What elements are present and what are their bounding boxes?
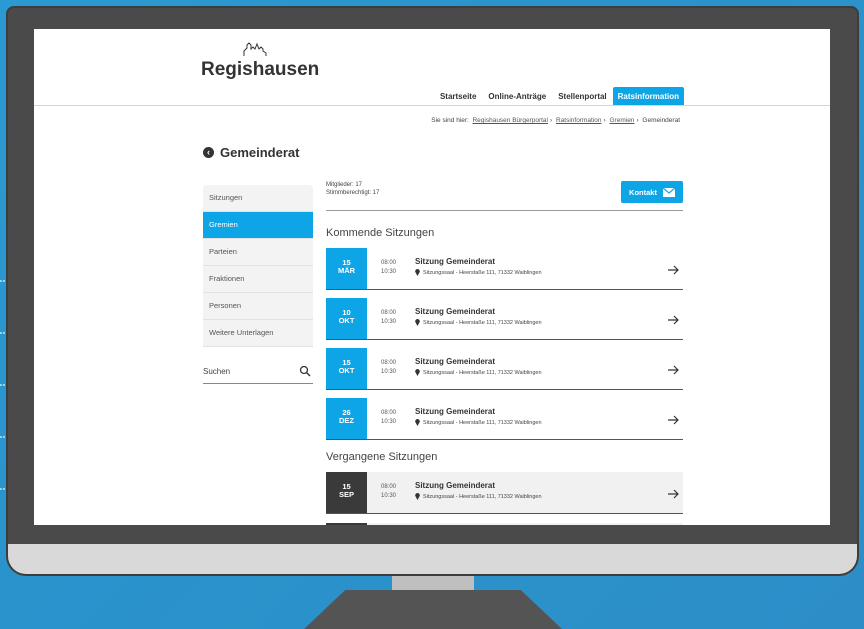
arrow-right-icon[interactable] <box>667 264 679 276</box>
event-title: Sitzung Gemeinderat <box>415 407 496 416</box>
nav-ratsinformation[interactable]: Ratsinformation <box>612 87 684 106</box>
envelope-icon <box>662 187 675 197</box>
main-navigation: Startseite Online-Anträge Stellenportal … <box>428 87 684 106</box>
event-location: Sitzungssaal - Heerstaße 111, 71332 Waib… <box>415 319 542 326</box>
event-month: OKT <box>338 316 355 325</box>
sidebar-item-parteien[interactable]: Parteien <box>203 239 313 266</box>
event-location: Sitzungssaal - Heerstaße 111, 71332 Waib… <box>415 493 542 500</box>
event-times: 08:00 10:30 <box>381 409 396 427</box>
event-month: SEP <box>338 490 354 499</box>
event-row-partial[interactable] <box>326 523 683 525</box>
sidebar-item-weitere-unterlagen[interactable]: Weitere Unterlagen <box>203 320 313 347</box>
map-pin-icon <box>415 419 420 426</box>
event-title: Sitzung Gemeinderat <box>415 481 496 490</box>
logo-text: Regishausen <box>201 59 320 80</box>
browser-screen: Regishausen Startseite Online-Anträge St… <box>34 29 830 525</box>
page-title-text: Gemeinderat <box>220 145 300 160</box>
event-month: MÄR <box>337 266 356 275</box>
nav-stellenportal[interactable]: Stellenportal <box>558 92 606 101</box>
event-location: Sitzungssaal - Heerstaße 111, 71332 Waib… <box>415 419 542 426</box>
monitor-chin <box>8 544 857 574</box>
upcoming-section-title: Kommende Sitzungen <box>326 227 435 239</box>
sidebar-item-sitzungen[interactable]: Sitzungen <box>203 185 313 212</box>
event-location-text: Sitzungssaal - Heerstaße 111, 71332 Waib… <box>423 269 542 276</box>
search-icon[interactable] <box>299 365 311 377</box>
breadcrumb-link-portal[interactable]: Regishausen Bürgerportal <box>472 117 548 124</box>
event-month: OKT <box>338 366 355 375</box>
event-date: 15 SEP <box>326 472 367 513</box>
sidebar-item-gremien[interactable]: Gremien <box>203 212 313 239</box>
breadcrumb-current: Gemeinderat <box>642 117 680 124</box>
arrow-right-icon[interactable] <box>667 364 679 376</box>
event-location-text: Sitzungssaal - Heerstaße 111, 71332 Waib… <box>423 319 542 326</box>
nav-online-antraege[interactable]: Online-Anträge <box>488 92 546 101</box>
event-row[interactable]: 10 OKT 08:00 10:30 Sitzung Gemeinderat S… <box>326 298 683 340</box>
event-times: 08:00 10:30 <box>381 309 396 327</box>
event-start: 08:00 <box>381 410 397 416</box>
map-pin-icon <box>415 269 420 276</box>
nav-startseite[interactable]: Startseite <box>440 92 476 101</box>
event-date: 15 OKT <box>326 348 367 389</box>
event-start: 08:00 <box>381 310 397 316</box>
breadcrumb-prefix: Sie sind hier: <box>431 117 469 124</box>
event-title: Sitzung Gemeinderat <box>415 357 496 366</box>
map-pin-icon <box>415 493 420 500</box>
event-end: 10:30 <box>381 269 397 275</box>
event-location-text: Sitzungssaal - Heerstaße 111, 71332 Waib… <box>423 419 542 426</box>
event-location-text: Sitzungssaal - Heerstaße 111, 71332 Waib… <box>423 493 542 500</box>
past-section-title: Vergangene Sitzungen <box>326 451 438 463</box>
event-row[interactable]: 15 SEP 08:00 10:30 Sitzung Gemeinderat S… <box>326 472 683 514</box>
event-end: 10:30 <box>381 419 397 425</box>
event-date: 15 MÄR <box>326 248 367 289</box>
arrow-right-icon[interactable] <box>667 488 679 500</box>
breadcrumb-link-ratsinformation[interactable]: Ratsinformation <box>556 117 602 124</box>
event-times: 08:00 10:30 <box>381 483 396 501</box>
arrow-left-circle-icon[interactable]: ‹ <box>203 147 214 158</box>
event-date <box>326 523 367 525</box>
event-row[interactable]: 15 MÄR 08:00 10:30 Sitzung Gemeinderat S… <box>326 248 683 290</box>
sidebar: Sitzungen Gremien Parteien Fraktionen Pe… <box>203 185 313 384</box>
event-times: 08:00 10:30 <box>381 259 396 277</box>
arrow-right-icon[interactable] <box>667 314 679 326</box>
map-pin-icon <box>415 369 420 376</box>
event-location-text: Sitzungssaal - Heerstaße 111, 71332 Waib… <box>423 369 542 376</box>
header-divider <box>34 105 830 106</box>
event-end: 10:30 <box>381 493 397 499</box>
arrow-right-icon[interactable] <box>667 414 679 426</box>
monitor-frame: Regishausen Startseite Online-Anträge St… <box>8 8 857 574</box>
event-start: 08:00 <box>381 260 397 266</box>
event-end: 10:30 <box>381 319 397 325</box>
event-location: Sitzungssaal - Heerstaße 111, 71332 Waib… <box>415 269 542 276</box>
event-title: Sitzung Gemeinderat <box>415 307 496 316</box>
event-location: Sitzungssaal - Heerstaße 111, 71332 Waib… <box>415 369 542 376</box>
event-month: DEZ <box>339 416 354 425</box>
breadcrumb: Sie sind hier: Regishausen Bürgerportal ›… <box>431 117 680 124</box>
sidebar-item-fraktionen[interactable]: Fraktionen <box>203 266 313 293</box>
contact-button[interactable]: Kontakt <box>621 181 683 203</box>
event-times: 08:00 10:30 <box>381 359 396 377</box>
search-placeholder: Suchen <box>203 367 231 376</box>
search-input[interactable]: Suchen <box>203 363 313 384</box>
event-title: Sitzung Gemeinderat <box>415 257 496 266</box>
event-date: 26 DEZ <box>326 398 367 439</box>
event-end: 10:30 <box>381 369 397 375</box>
skyline-icon <box>243 42 267 56</box>
main-content: Mitglieder: 17 Stimmberechtigt: 17 Konta… <box>326 181 683 525</box>
event-start: 08:00 <box>381 360 397 366</box>
sidebar-item-personen[interactable]: Personen <box>203 293 313 320</box>
map-pin-icon <box>415 319 420 326</box>
event-start: 08:00 <box>381 484 397 490</box>
meta-divider <box>326 210 683 211</box>
event-row[interactable]: 15 OKT 08:00 10:30 Sitzung Gemeinderat S… <box>326 348 683 390</box>
breadcrumb-link-gremien[interactable]: Gremien <box>610 117 635 124</box>
event-date: 10 OKT <box>326 298 367 339</box>
event-row[interactable]: 26 DEZ 08:00 10:30 Sitzung Gemeinderat S… <box>326 398 683 440</box>
page-title: ‹ Gemeinderat <box>203 145 299 160</box>
contact-label: Kontakt <box>629 187 657 197</box>
monitor-stand <box>304 590 562 629</box>
